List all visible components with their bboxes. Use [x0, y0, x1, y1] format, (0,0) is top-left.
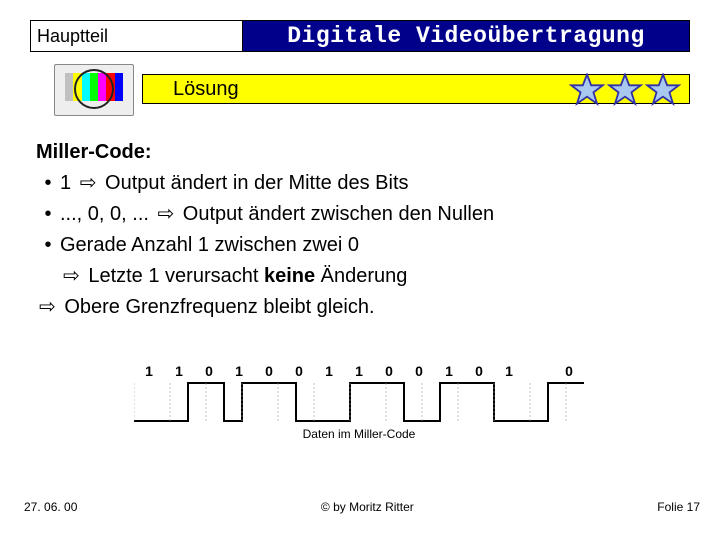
bit-labels: 11010011001010 [134, 363, 584, 379]
diagram-caption: Daten im Miller-Code [134, 427, 584, 441]
bit-label: 1 [224, 363, 254, 379]
difficulty-stars [569, 73, 681, 109]
sub-line: ⇨ Letzte 1 verursacht keine Änderung [36, 262, 686, 291]
conclusion-text: ⇨ Obere Grenzfrequenz bleibt gleich. [36, 293, 375, 322]
title-text: Digitale Videoübertragung [287, 23, 645, 49]
bit-label: 1 [134, 363, 164, 379]
star-icon [645, 73, 681, 109]
slide-footer: 27. 06. 00 © by Moritz Ritter Folie 17 [24, 500, 700, 514]
star-icon [607, 73, 643, 109]
footer-date: 27. 06. 00 [24, 500, 77, 514]
bit-label: 0 [554, 363, 584, 379]
bit-label: 1 [434, 363, 464, 379]
arrow-icon: ⇨ [39, 293, 56, 322]
subheader-bar: Lösung [142, 74, 690, 104]
section-text: Hauptteil [37, 26, 108, 47]
bit-label: 0 [404, 363, 434, 379]
bullet-dot: • [36, 169, 60, 198]
waveform [134, 381, 584, 425]
page-title: Digitale Videoübertragung [243, 21, 689, 51]
bit-label: 1 [344, 363, 374, 379]
test-pattern-icon [54, 64, 134, 116]
bit-label: 1 [314, 363, 344, 379]
waveform-path [134, 383, 584, 421]
body-heading: Miller-Code: [36, 138, 686, 167]
section-label: Hauptteil [31, 21, 243, 51]
bullet-dot: • [36, 231, 60, 260]
title-bar: Hauptteil Digitale Videoübertragung [30, 20, 690, 52]
footer-author: © by Moritz Ritter [77, 500, 657, 514]
conclusion-line: ⇨ Obere Grenzfrequenz bleibt gleich. [36, 293, 686, 322]
bit-label: 1 [164, 363, 194, 379]
arrow-icon: ⇨ [63, 262, 80, 291]
bullet-text: ..., 0, 0, ... ⇨ Output ändert zwischen … [60, 200, 494, 229]
bit-label: 1 [494, 363, 524, 379]
footer-page: Folie 17 [657, 500, 700, 514]
slide-body: Miller-Code: • 1 ⇨ Output ändert in der … [36, 138, 686, 324]
bullet-dot: • [36, 200, 60, 229]
bit-label: 0 [464, 363, 494, 379]
star-icon [569, 73, 605, 109]
bullet-item: • 1 ⇨ Output ändert in der Mitte des Bit… [36, 169, 686, 198]
miller-code-diagram: 11010011001010 Daten im Miller-Code [134, 363, 584, 441]
bullet-item: • ..., 0, 0, ... ⇨ Output ändert zwische… [36, 200, 686, 229]
bit-label: 0 [374, 363, 404, 379]
bit-label: 0 [254, 363, 284, 379]
bit-label [524, 363, 554, 379]
bullet-text: Gerade Anzahl 1 zwischen zwei 0 [60, 231, 359, 260]
bit-label: 0 [194, 363, 224, 379]
arrow-icon: ⇨ [80, 169, 97, 198]
sub-line-text: ⇨ Letzte 1 verursacht keine Änderung [60, 262, 407, 291]
bullet-text: 1 ⇨ Output ändert in der Mitte des Bits [60, 169, 409, 198]
arrow-icon: ⇨ [157, 200, 174, 229]
bit-label: 0 [284, 363, 314, 379]
subheader-row: Lösung [30, 70, 690, 110]
subheader-label: Lösung [143, 78, 239, 101]
bullet-item: • Gerade Anzahl 1 zwischen zwei 0 [36, 231, 686, 260]
